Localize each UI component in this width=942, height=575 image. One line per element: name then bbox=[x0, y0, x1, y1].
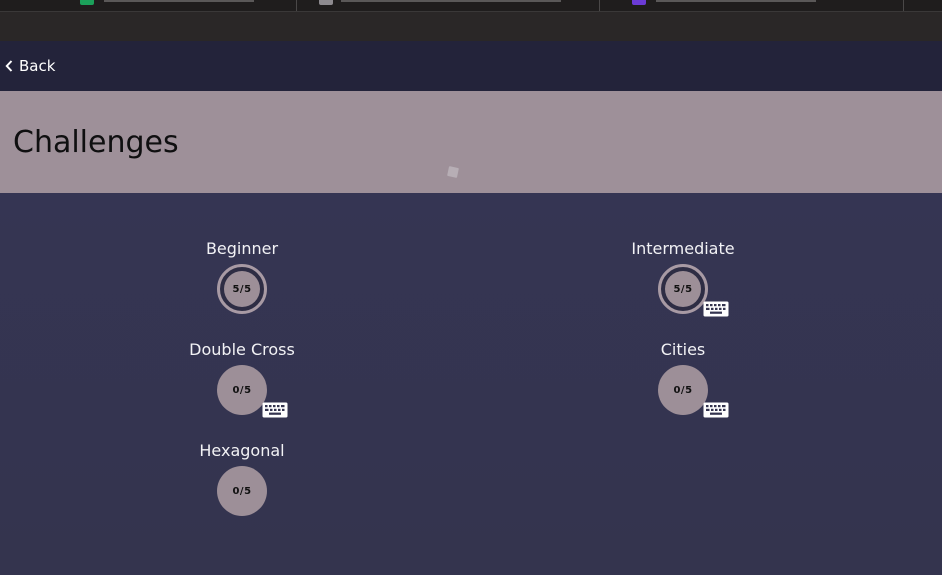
browser-toolbar bbox=[0, 12, 942, 41]
tab-favicon-icon bbox=[319, 0, 333, 5]
progress-badge[interactable]: 0/5 bbox=[217, 365, 267, 415]
keyboard-icon bbox=[703, 402, 729, 418]
progress-badge[interactable]: 5/5 bbox=[217, 264, 267, 314]
top-nav-bar bbox=[0, 41, 942, 91]
progress-count: 0/5 bbox=[232, 384, 252, 396]
challenge-name: Hexagonal bbox=[199, 441, 285, 460]
tab-favicon-icon bbox=[80, 0, 94, 5]
browser-tab[interactable] bbox=[600, 0, 904, 11]
keyboard-icon bbox=[262, 402, 288, 418]
browser-tab[interactable] bbox=[0, 0, 297, 11]
chevron-left-icon bbox=[5, 60, 13, 72]
challenge-cities[interactable]: Cities 0/5 bbox=[583, 340, 783, 430]
page-title: Challenges bbox=[13, 125, 179, 160]
back-button[interactable]: Back bbox=[5, 54, 55, 78]
challenge-hexagonal[interactable]: Hexagonal 0/5 bbox=[142, 441, 342, 531]
progress-count: 5/5 bbox=[673, 283, 693, 295]
progress-count: 5/5 bbox=[232, 283, 252, 295]
back-label: Back bbox=[19, 57, 56, 75]
challenge-beginner[interactable]: Beginner 5/5 bbox=[142, 239, 342, 329]
progress-count: 0/5 bbox=[673, 384, 693, 396]
challenge-name: Intermediate bbox=[631, 239, 735, 258]
challenge-double-cross[interactable]: Double Cross 0/5 bbox=[142, 340, 342, 430]
browser-tab-strip bbox=[0, 0, 942, 12]
progress-badge[interactable]: 0/5 bbox=[217, 466, 267, 516]
keyboard-icon bbox=[703, 301, 729, 317]
progress-badge[interactable]: 5/5 bbox=[658, 264, 708, 314]
challenge-name: Double Cross bbox=[189, 340, 295, 359]
browser-tab[interactable] bbox=[297, 0, 600, 11]
challenge-name: Beginner bbox=[205, 239, 279, 258]
tab-favicon-icon bbox=[632, 0, 646, 5]
progress-count: 0/5 bbox=[232, 485, 252, 497]
mouse-cursor bbox=[447, 166, 459, 178]
challenge-intermediate[interactable]: Intermediate 5/5 bbox=[583, 239, 783, 329]
challenge-name: Cities bbox=[660, 340, 706, 359]
progress-badge[interactable]: 0/5 bbox=[658, 365, 708, 415]
